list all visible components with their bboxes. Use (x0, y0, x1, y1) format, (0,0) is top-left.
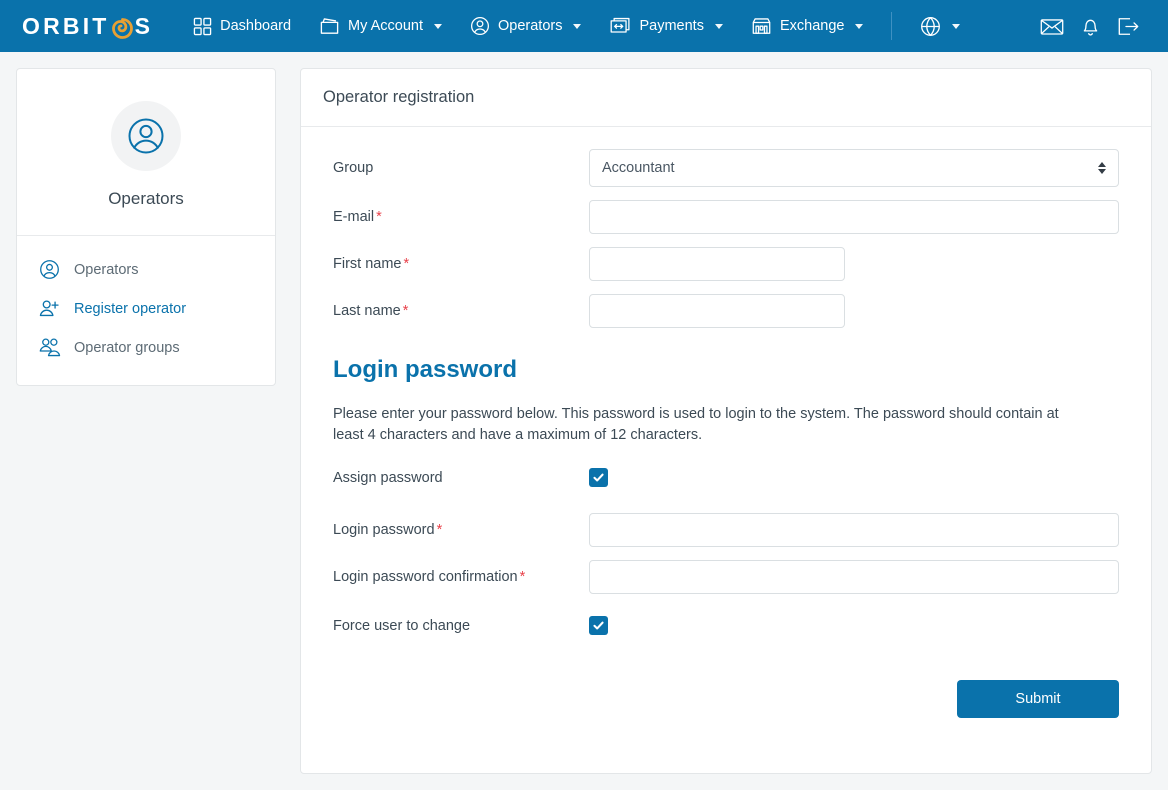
field-row-login-password: Login password * (333, 513, 1119, 548)
chevron-down-icon (952, 23, 961, 29)
nav-item-dashboard[interactable]: Dashboard (179, 0, 305, 52)
required-marker: * (436, 522, 443, 539)
users-icon (39, 337, 61, 358)
brand-text-after: S (134, 12, 154, 39)
group-select-value: Accountant (602, 160, 675, 176)
assign-password-label: Assign password (333, 469, 443, 486)
user-circle-icon (39, 259, 61, 280)
email-label: E-mail * (333, 209, 589, 225)
required-marker: * (403, 256, 410, 272)
orbit-swirl-logo (111, 17, 134, 40)
shop-icon (751, 16, 772, 36)
force-change-checkbox[interactable] (589, 616, 608, 636)
form-footer: Submit (333, 680, 1119, 719)
chevron-down-icon (714, 23, 723, 29)
first-name-label-text: First name (333, 256, 402, 272)
sidebar-menu: Operators Register operator Operator gro… (17, 236, 275, 385)
login-password-label-text: Login password (333, 522, 435, 539)
group-label-text: Group (333, 160, 374, 176)
password-confirmation-label: Login password confirmation * (333, 569, 589, 585)
required-marker: * (376, 209, 382, 225)
sidebar-title: Operators (108, 189, 184, 208)
page-body: Operators Operators Register operator Op… (0, 52, 1168, 790)
sidebar-item-operator-groups[interactable]: Operator groups (17, 328, 275, 367)
main-card: Operator registration Group Accountant E… (300, 68, 1152, 774)
field-row-last-name: Last name * (333, 294, 1119, 328)
page-title: Operator registration (301, 69, 1151, 127)
sidebar-item-operators[interactable]: Operators (17, 250, 275, 289)
brand-logo[interactable]: ORBIT S (22, 13, 153, 40)
brand-text-before: ORBIT (22, 12, 110, 39)
group-label: Group (333, 160, 589, 176)
nav-divider (891, 12, 893, 40)
sidebar-item-register-operator-label: Register operator (74, 300, 187, 317)
nav-item-operators[interactable]: Operators (456, 0, 595, 52)
nav-item-my-account-label: My Account (348, 18, 423, 34)
nav-item-language[interactable] (906, 0, 974, 52)
logout-icon[interactable] (1117, 16, 1140, 37)
field-row-password-confirmation: Login password confirmation * (333, 560, 1119, 595)
first-name-label: First name * (333, 256, 589, 272)
nav-item-exchange[interactable]: Exchange (737, 0, 878, 52)
user-circle-icon (470, 16, 490, 36)
first-name-field[interactable] (589, 247, 845, 281)
nav-item-dashboard-label: Dashboard (220, 18, 292, 34)
sidebar-item-register-operator[interactable]: Register operator (17, 289, 275, 328)
login-password-label: Login password * (333, 522, 589, 538)
registration-form: Group Accountant E-mail * First name * L… (301, 127, 1151, 744)
password-confirmation-field[interactable] (589, 560, 1119, 595)
nav-right-icons (1040, 15, 1152, 37)
mail-icon[interactable] (1040, 16, 1064, 37)
bell-icon[interactable] (1080, 15, 1101, 37)
email-field[interactable] (589, 200, 1119, 234)
sidebar-header: Operators (17, 69, 275, 236)
assign-password-checkbox[interactable] (589, 468, 608, 488)
login-password-heading: Login password (333, 356, 518, 383)
grid-icon (193, 17, 212, 36)
payments-icon (609, 16, 631, 36)
globe-icon (920, 16, 941, 37)
last-name-label: Last name * (333, 303, 589, 319)
nav-item-operators-label: Operators (498, 18, 563, 34)
submit-button[interactable]: Submit (957, 680, 1119, 719)
top-navbar: ORBIT S Dashboard My Account Operators P… (0, 0, 1168, 52)
select-spinner-icon (1098, 162, 1106, 174)
email-label-text: E-mail (333, 209, 375, 225)
login-password-field[interactable] (589, 513, 1119, 548)
password-confirmation-label-text: Login password confirmation (333, 569, 518, 586)
last-name-field[interactable] (589, 294, 845, 328)
chevron-down-icon (573, 23, 582, 29)
sidebar-card: Operators Operators Register operator Op… (16, 68, 276, 386)
wallet-icon (319, 16, 340, 36)
nav-item-exchange-label: Exchange (779, 18, 845, 34)
nav-item-my-account[interactable]: My Account (305, 0, 456, 52)
login-password-description: Please enter your password below. This p… (333, 406, 1059, 444)
nav-item-payments[interactable]: Payments (595, 0, 736, 52)
field-row-email: E-mail * (333, 200, 1119, 234)
sidebar-item-operators-label: Operators (74, 261, 139, 278)
force-change-label: Force user to change (333, 617, 471, 634)
user-plus-icon (39, 298, 61, 319)
avatar (111, 101, 181, 171)
last-name-label-text: Last name (333, 303, 401, 319)
field-row-assign-password: Assign password (333, 468, 1119, 488)
field-row-force-change: Force user to change (333, 616, 1119, 636)
chevron-down-icon (434, 23, 442, 29)
nav-items: Dashboard My Account Operators Payments … (179, 0, 974, 52)
required-marker: * (519, 569, 526, 586)
field-row-first-name: First name * (333, 247, 1119, 281)
group-select[interactable]: Accountant (589, 149, 1119, 187)
required-marker: * (402, 303, 409, 319)
chevron-down-icon (855, 23, 864, 29)
field-row-group: Group Accountant (333, 149, 1119, 187)
sidebar-item-operator-groups-label: Operator groups (74, 339, 180, 356)
nav-item-payments-label: Payments (639, 18, 704, 34)
